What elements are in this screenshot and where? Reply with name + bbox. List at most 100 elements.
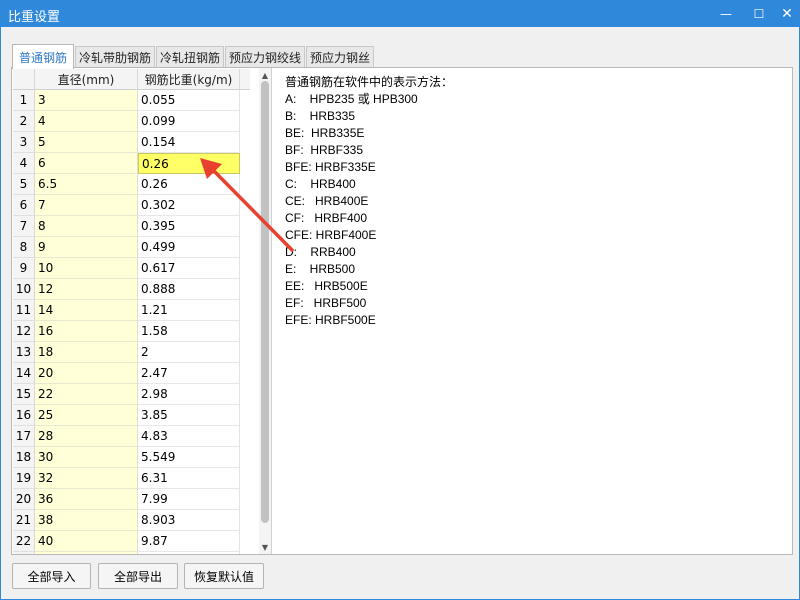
- table-row[interactable]: 12 16 1.58: [13, 321, 250, 342]
- diameter-cell[interactable]: 3: [35, 90, 138, 111]
- density-cell[interactable]: 0.055: [138, 90, 240, 111]
- table-row[interactable]: 19 32 6.31: [13, 468, 250, 489]
- table-row[interactable]: 15 22 2.98: [13, 384, 250, 405]
- table-row[interactable]: 9 10 0.617: [13, 258, 250, 279]
- diameter-cell[interactable]: 40: [35, 531, 138, 552]
- table-row[interactable]: 14 20 2.47: [13, 363, 250, 384]
- scroll-thumb[interactable]: [261, 81, 269, 523]
- tab-cold-rolled-twisted[interactable]: 冷轧扭钢筋: [156, 46, 224, 68]
- table-row[interactable]: 17 28 4.83: [13, 426, 250, 447]
- scroll-down-icon[interactable]: ▼: [259, 541, 271, 553]
- density-cell[interactable]: 0.154: [138, 132, 240, 153]
- diameter-cell[interactable]: 30: [35, 447, 138, 468]
- table-row[interactable]: 13 18 2: [13, 342, 250, 363]
- row-number: 18: [13, 447, 35, 468]
- density-cell[interactable]: 0.099: [138, 111, 240, 132]
- table-row[interactable]: 22 40 9.87: [13, 531, 250, 552]
- diameter-cell[interactable]: 22: [35, 384, 138, 405]
- row-number: 6: [13, 195, 35, 216]
- density-cell[interactable]: 0.888: [138, 279, 240, 300]
- density-cell[interactable]: 0.617: [138, 258, 240, 279]
- row-number: 3: [13, 132, 35, 153]
- table-row[interactable]: 10 12 0.888: [13, 279, 250, 300]
- density-cell[interactable]: 0.395: [138, 216, 240, 237]
- table-row[interactable]: 1 3 0.055: [13, 90, 250, 111]
- table-scrollbar[interactable]: ▲ ▼: [259, 68, 271, 554]
- table-row[interactable]: 6 7 0.302: [13, 195, 250, 216]
- table-row[interactable]: 20 36 7.99: [13, 489, 250, 510]
- row-number: 4: [13, 153, 35, 174]
- window-title: 比重设置: [8, 10, 61, 25]
- diameter-cell[interactable]: 10: [35, 258, 138, 279]
- notation-line: BE: HRB335E: [285, 126, 365, 140]
- table-row[interactable]: 3 5 0.154: [13, 132, 250, 153]
- density-cell[interactable]: 1.58: [138, 321, 240, 342]
- density-cell[interactable]: 9.87: [138, 531, 240, 552]
- tab-ordinary-rebar[interactable]: 普通钢筋: [12, 44, 74, 69]
- diameter-cell[interactable]: 4: [35, 111, 138, 132]
- minimize-icon[interactable]: —: [711, 0, 741, 27]
- density-cell[interactable]: 6.31: [138, 468, 240, 489]
- tab-prestressed-wire[interactable]: 预应力钢丝: [306, 46, 374, 68]
- diameter-cell[interactable]: 9: [35, 237, 138, 258]
- row-number: 7: [13, 216, 35, 237]
- notation-line: D: RRB400: [285, 245, 356, 259]
- density-cell[interactable]: 8.903: [138, 510, 240, 531]
- diameter-cell[interactable]: 18: [35, 342, 138, 363]
- notation-info: 普通钢筋在软件中的表示方法： A: HPB235 或 HPB300 B: HRB33…: [285, 74, 785, 329]
- density-cell[interactable]: 1.21: [138, 300, 240, 321]
- diameter-cell[interactable]: 12: [35, 279, 138, 300]
- row-number: 11: [13, 300, 35, 321]
- scroll-up-icon[interactable]: ▲: [259, 69, 271, 81]
- row-number: 13: [13, 342, 35, 363]
- diameter-cell[interactable]: 36: [35, 489, 138, 510]
- export-all-button[interactable]: 全部导出: [98, 563, 178, 589]
- density-cell[interactable]: 7.99: [138, 489, 240, 510]
- density-cell[interactable]: [138, 552, 240, 554]
- tab-cold-rolled-ribbed[interactable]: 冷轧带肋钢筋: [75, 46, 155, 68]
- row-number-header: [13, 69, 35, 90]
- density-cell[interactable]: 0.26: [138, 174, 240, 195]
- table-row[interactable]: 7 8 0.395: [13, 216, 250, 237]
- diameter-cell[interactable]: 38: [35, 510, 138, 531]
- density-cell[interactable]: 0.302: [138, 195, 240, 216]
- diameter-cell[interactable]: 8: [35, 216, 138, 237]
- row-number: 9: [13, 258, 35, 279]
- table-row[interactable]: 21 38 8.903: [13, 510, 250, 531]
- density-cell[interactable]: 0.499: [138, 237, 240, 258]
- table-row[interactable]: 8 9 0.499: [13, 237, 250, 258]
- density-cell-selected[interactable]: 0.26: [138, 153, 240, 174]
- diameter-cell[interactable]: [35, 552, 138, 554]
- table-row[interactable]: 18 30 5.549: [13, 447, 250, 468]
- density-cell[interactable]: 4.83: [138, 426, 240, 447]
- diameter-cell[interactable]: 20: [35, 363, 138, 384]
- tab-prestressed-strand[interactable]: 预应力钢绞线: [225, 46, 305, 68]
- table-row[interactable]: 4 6 0.26: [13, 153, 250, 174]
- close-icon[interactable]: ✕: [772, 0, 800, 27]
- maximize-icon[interactable]: ☐: [744, 0, 774, 27]
- table-row[interactable]: [13, 552, 250, 554]
- row-number: 20: [13, 489, 35, 510]
- density-cell[interactable]: 5.549: [138, 447, 240, 468]
- table-row[interactable]: 2 4 0.099: [13, 111, 250, 132]
- diameter-cell[interactable]: 14: [35, 300, 138, 321]
- density-cell[interactable]: 2: [138, 342, 240, 363]
- diameter-cell[interactable]: 28: [35, 426, 138, 447]
- table-row[interactable]: 11 14 1.21: [13, 300, 250, 321]
- diameter-cell[interactable]: 16: [35, 321, 138, 342]
- diameter-cell[interactable]: 6: [35, 153, 138, 174]
- diameter-cell[interactable]: 6.5: [35, 174, 138, 195]
- density-cell[interactable]: 2.47: [138, 363, 240, 384]
- restore-defaults-button[interactable]: 恢复默认值: [184, 563, 264, 589]
- density-cell[interactable]: 3.85: [138, 405, 240, 426]
- row-number: 5: [13, 174, 35, 195]
- table-row[interactable]: 5 6.5 0.26: [13, 174, 250, 195]
- diameter-cell[interactable]: 5: [35, 132, 138, 153]
- notation-line: CFE: HRBF400E: [285, 228, 377, 242]
- import-all-button[interactable]: 全部导入: [12, 563, 91, 589]
- diameter-cell[interactable]: 7: [35, 195, 138, 216]
- diameter-cell[interactable]: 25: [35, 405, 138, 426]
- density-cell[interactable]: 2.98: [138, 384, 240, 405]
- diameter-cell[interactable]: 32: [35, 468, 138, 489]
- table-row[interactable]: 16 25 3.85: [13, 405, 250, 426]
